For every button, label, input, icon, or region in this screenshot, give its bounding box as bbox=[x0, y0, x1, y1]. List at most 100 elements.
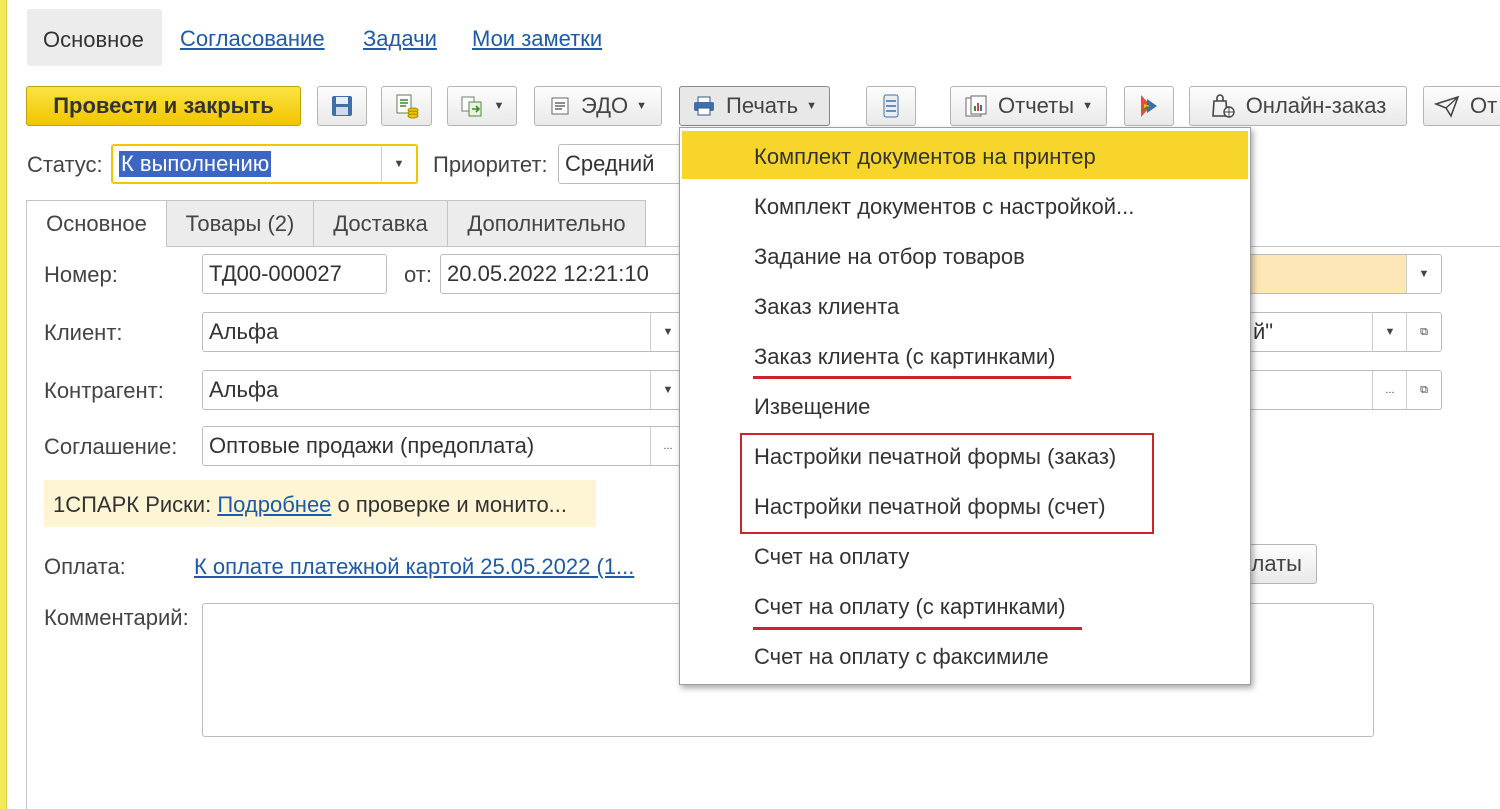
client-value: Альфа bbox=[209, 319, 279, 344]
tab-delivery[interactable]: Доставка bbox=[313, 200, 448, 246]
annotation-underline-order-images bbox=[753, 376, 1071, 379]
menu-item-client-order-images[interactable]: Заказ клиента (с картинками) bbox=[682, 331, 1248, 379]
payment-link[interactable]: К оплате платежной картой 25.05.2022 (1.… bbox=[194, 554, 634, 580]
right-select-2-value: й" bbox=[1253, 319, 1274, 344]
date-field[interactable]: 20.05.2022 12:21:10 bbox=[440, 254, 685, 294]
stack-icon bbox=[883, 94, 899, 118]
tab-additional[interactable]: Дополнительно bbox=[447, 200, 646, 246]
window-left-edge-line bbox=[6, 0, 7, 809]
priority-select[interactable]: Средний bbox=[558, 144, 688, 184]
create-based-on-button[interactable]: ▼ bbox=[447, 86, 517, 126]
tab-panel-border bbox=[26, 246, 27, 809]
send-button[interactable]: От bbox=[1423, 86, 1500, 126]
priority-label: Приоритет: bbox=[433, 152, 548, 177]
menu-item-invoice[interactable]: Счет на оплату bbox=[682, 531, 1248, 579]
tab-additional-label: Дополнительно bbox=[467, 210, 626, 236]
post-button[interactable] bbox=[381, 86, 432, 126]
open-icon[interactable]: ⧉ bbox=[1406, 313, 1441, 351]
date-label: от: bbox=[404, 262, 432, 287]
print-button[interactable]: Печать ▼ bbox=[679, 86, 830, 126]
menu-item-label: Задание на отбор товаров bbox=[754, 244, 1025, 269]
chevron-down-icon[interactable]: ▼ bbox=[1372, 313, 1407, 351]
create-based-icon bbox=[461, 96, 482, 117]
paper-plane-icon bbox=[1434, 95, 1460, 118]
menu-item-label: Комплект документов с настройкой... bbox=[754, 194, 1135, 219]
menu-item-invoice-facsimile[interactable]: Счет на оплату с факсимиле bbox=[682, 631, 1248, 679]
status-select[interactable]: К выполнению ▼ bbox=[111, 144, 418, 184]
open-icon[interactable]: ⧉ bbox=[1406, 371, 1441, 409]
number-value: ТД00-000027 bbox=[209, 261, 342, 286]
annotation-box-print-settings bbox=[740, 433, 1154, 534]
nav-tab-main[interactable]: Основное bbox=[27, 9, 162, 66]
1c-connect-button[interactable] bbox=[1124, 86, 1174, 126]
status-label: Статус: bbox=[27, 152, 103, 177]
chevron-down-icon[interactable]: ▼ bbox=[381, 146, 416, 182]
payment-button-label: латы bbox=[1251, 551, 1302, 576]
menu-item-notice[interactable]: Извещение bbox=[682, 381, 1248, 429]
chevron-down-icon[interactable]: ▼ bbox=[1406, 255, 1441, 293]
client-label: Клиент: bbox=[44, 320, 123, 345]
menu-item-label: Комплект документов на принтер bbox=[754, 144, 1096, 169]
agreement-value: Оптовые продажи (предоплата) bbox=[209, 433, 535, 458]
menu-item-client-order[interactable]: Заказ клиента bbox=[682, 281, 1248, 329]
nav-tab-tasks[interactable]: Задачи bbox=[363, 26, 437, 52]
report-icon bbox=[965, 95, 987, 117]
date-value: 20.05.2022 12:21:10 bbox=[447, 261, 649, 286]
spark-suffix: о проверке и монито... bbox=[337, 492, 568, 517]
tab-main-label: Основное bbox=[46, 211, 147, 236]
menu-item-label: Счет на оплату с факсимиле bbox=[754, 644, 1049, 669]
floppy-icon bbox=[332, 96, 352, 116]
partner-value: Альфа bbox=[209, 377, 279, 402]
priority-value: Средний bbox=[565, 151, 655, 176]
menu-item-picking-task[interactable]: Задание на отбор товаров bbox=[682, 231, 1248, 279]
spark-risk-text: 1СПАРК Риски: Подробнее о проверке и мон… bbox=[53, 492, 567, 518]
spark-details-link[interactable]: Подробнее bbox=[217, 492, 331, 517]
tab-main[interactable]: Основное bbox=[26, 200, 167, 247]
chevron-down-icon: ▼ bbox=[1082, 100, 1093, 112]
menu-item-label: Счет на оплату (с картинками) bbox=[754, 594, 1066, 619]
edo-icon bbox=[551, 97, 569, 115]
document-coins-icon bbox=[396, 94, 418, 119]
shopping-bag-globe-icon bbox=[1211, 94, 1235, 118]
reports-button[interactable]: Отчеты ▼ bbox=[950, 86, 1107, 126]
post-and-close-button[interactable]: Провести и закрыть bbox=[26, 86, 301, 126]
menu-item-print-set-printer[interactable]: Комплект документов на принтер bbox=[682, 131, 1248, 179]
print-menu: Комплект документов на принтер Комплект … bbox=[679, 127, 1251, 685]
nav-tab-notes[interactable]: Мои заметки bbox=[472, 26, 602, 52]
chevron-down-icon: ▼ bbox=[806, 100, 817, 112]
connect-arrows-icon bbox=[1141, 95, 1157, 117]
comment-label: Комментарий: bbox=[44, 605, 189, 630]
printer-icon bbox=[694, 96, 715, 116]
nav-tab-main-label: Основное bbox=[43, 27, 144, 52]
spark-prefix: 1СПАРК Риски: bbox=[53, 492, 212, 517]
chevron-down-icon: ▼ bbox=[493, 100, 505, 112]
edo-button[interactable]: ЭДО ▼ bbox=[534, 86, 662, 126]
menu-item-print-set-settings[interactable]: Комплект документов с настройкой... bbox=[682, 181, 1248, 229]
print-label: Печать bbox=[726, 93, 799, 118]
tab-delivery-label: Доставка bbox=[333, 210, 428, 236]
menu-item-label: Заказ клиента (с картинками) bbox=[754, 344, 1056, 369]
agreement-label: Соглашение: bbox=[44, 434, 178, 459]
number-field[interactable]: ТД00-000027 bbox=[202, 254, 387, 294]
number-label: Номер: bbox=[44, 262, 118, 287]
list-button[interactable] bbox=[866, 86, 916, 126]
agreement-field[interactable]: Оптовые продажи (предоплата) ... bbox=[202, 426, 686, 466]
tab-goods-label: Товары (2) bbox=[185, 210, 295, 236]
save-button[interactable] bbox=[317, 86, 367, 126]
menu-item-label: Заказ клиента bbox=[754, 294, 900, 319]
spark-risk-banner: 1СПАРК Риски: Подробнее о проверке и мон… bbox=[44, 480, 596, 527]
online-order-label: Онлайн-заказ bbox=[1245, 93, 1387, 118]
online-order-button[interactable]: Онлайн-заказ bbox=[1189, 86, 1407, 126]
payment-label: Оплата: bbox=[44, 554, 126, 579]
ellipsis-icon[interactable]: ... bbox=[1372, 371, 1407, 409]
partner-field[interactable]: Альфа ▼ bbox=[202, 370, 686, 410]
tab-goods[interactable]: Товары (2) bbox=[166, 200, 314, 246]
annotation-underline-invoice-images bbox=[753, 627, 1082, 630]
menu-item-invoice-images[interactable]: Счет на оплату (с картинками) bbox=[682, 581, 1248, 629]
nav-tab-approval[interactable]: Согласование bbox=[180, 26, 325, 52]
status-value: К выполнению bbox=[119, 151, 272, 177]
partner-label: Контрагент: bbox=[44, 378, 164, 403]
client-field[interactable]: Альфа ▼ bbox=[202, 312, 686, 352]
reports-label: Отчеты bbox=[998, 93, 1075, 118]
chevron-down-icon: ▼ bbox=[636, 100, 647, 112]
